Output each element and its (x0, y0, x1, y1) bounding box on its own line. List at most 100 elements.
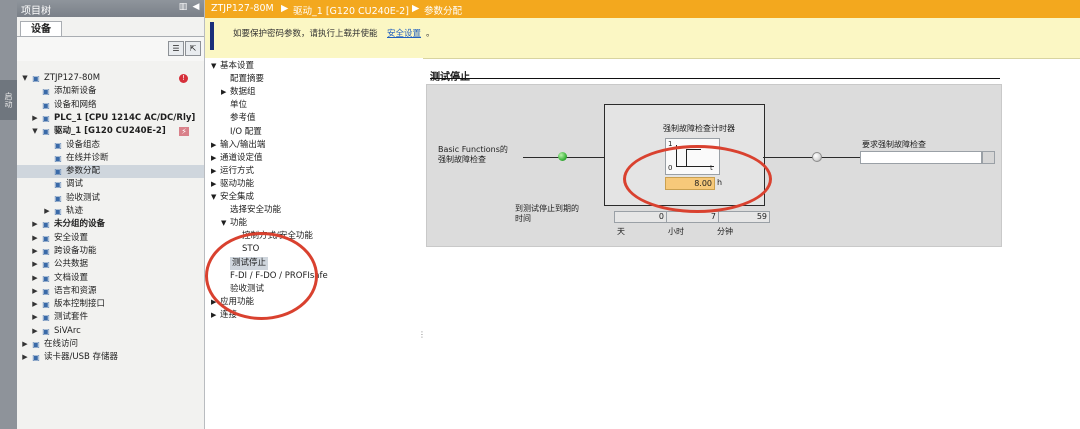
breadcrumb-drive[interactable]: 驱动_1 [G120 CU240E-2] (293, 3, 409, 17)
expand-down-icon[interactable]: ▼ (31, 125, 39, 138)
output-signal-field[interactable] (860, 151, 982, 164)
tree-item[interactable]: ▣ 设备和网络 (17, 99, 204, 112)
nav-item[interactable]: 单位 (230, 99, 247, 112)
tree-item[interactable]: ▣ 设备组态 (17, 139, 204, 152)
nav-item[interactable]: 配置摘要 (230, 73, 264, 86)
expand-right-icon[interactable]: ▶ (31, 218, 39, 231)
tree-item[interactable]: ▼ ▣ 驱动_1 [G120 CU240E-2] ⚡ (17, 125, 204, 138)
nav-item-label: 参考值 (230, 113, 256, 124)
tree-item[interactable]: ▶ ▣ 安全设置 (17, 232, 204, 245)
nav-item-label: 输入/输出端 (220, 139, 266, 150)
output-signal-button[interactable] (982, 151, 995, 164)
tree-item-label: 设备组态 (66, 139, 101, 150)
common-data-icon: ▣ (42, 260, 50, 270)
tree-item[interactable]: ▣ 参数分配 (17, 165, 204, 179)
nav-item[interactable]: ▼ 功能 (221, 217, 248, 230)
tree-item[interactable]: ▼ ▣ ZTJP127-80M! (17, 72, 204, 85)
tree-item[interactable]: ▣ 调试 (17, 178, 204, 191)
sivarc-icon: ▣ (42, 326, 50, 336)
nav-item-label: 安全集成 (220, 192, 255, 202)
expand-right-icon[interactable]: ▶ (211, 152, 216, 165)
expand-right-icon[interactable]: ▶ (211, 178, 216, 191)
nav-item-label: 功能 (230, 218, 248, 229)
expand-right-icon[interactable]: ▶ (211, 309, 216, 322)
tree-item[interactable]: ▶ ▣ 未分组的设备 (17, 218, 204, 231)
tree-item-label: 验收测试 (66, 192, 101, 203)
tree-item[interactable]: ▣ 添加新设备 (17, 85, 204, 98)
tree-item-label: 语言和资源 (54, 285, 97, 296)
tree-item[interactable]: ▣ 在线并诊断 (17, 152, 204, 165)
nav-item[interactable]: ▶ 驱动功能 (211, 178, 254, 191)
tree-item[interactable]: ▶ ▣ 轨迹 (17, 205, 204, 218)
expand-right-icon[interactable]: ▶ (21, 338, 29, 351)
expand-right-icon[interactable]: ▶ (31, 311, 39, 324)
expand-right-icon[interactable]: ▶ (211, 139, 216, 152)
tree-item[interactable]: ▶ ▣ 文档设置 (17, 272, 204, 285)
portal-start-tab[interactable]: 启动 (0, 80, 17, 120)
test-suite-icon: ▣ (42, 313, 50, 323)
nav-item[interactable]: ▶ 运行方式 (211, 165, 254, 178)
expand-right-icon[interactable]: ▶ (31, 232, 39, 245)
ungrouped-icon: ▣ (42, 220, 50, 230)
title-underline (430, 78, 1000, 79)
project-tree-toolbar: ☰ ⇱ (17, 36, 204, 61)
expand-down-icon[interactable]: ▼ (21, 72, 29, 85)
tree-item[interactable]: ▣ 验收测试 (17, 192, 204, 205)
panel-layout-icon[interactable]: ▥ (178, 2, 188, 13)
expand-down-icon[interactable]: ▼ (221, 217, 226, 230)
expand-right-icon[interactable]: ▶ (31, 285, 39, 298)
tree-item[interactable]: ▶ ▣ PLC_1 [CPU 1214C AC/DC/Rly] (17, 112, 204, 125)
expand-right-icon[interactable]: ▶ (31, 325, 39, 338)
nav-item-label: I/O 配置 (230, 126, 262, 137)
tree-item[interactable]: ▶ ▣ SiVArc (17, 325, 204, 338)
plc-icon: ▣ (42, 113, 50, 123)
tree-item[interactable]: ▶ ▣ 公共数据 (17, 258, 204, 271)
output-status-led (812, 152, 822, 162)
expand-right-icon[interactable]: ▶ (31, 298, 39, 311)
nav-item[interactable]: 参考值 (230, 112, 256, 125)
nav-item[interactable]: ▶ 通道设定值 (211, 152, 263, 165)
tree-item[interactable]: ▶ ▣ 读卡器/USB 存储器 (17, 351, 204, 364)
nav-item[interactable]: ▼ 安全集成 (211, 191, 255, 204)
nav-item[interactable]: ▶ 数据组 (221, 86, 256, 99)
expand-right-icon[interactable]: ▶ (211, 165, 216, 178)
collapse-panel-icon[interactable]: ◀ (191, 2, 201, 13)
expand-right-icon[interactable]: ▶ (31, 245, 39, 258)
expand-right-icon[interactable]: ▶ (221, 86, 226, 99)
project-tree-header: 项目树 ▥ ◀ (17, 0, 204, 17)
nav-item[interactable]: ▶ 输入/输出端 (211, 139, 266, 152)
left-side-strip (0, 0, 17, 429)
tree-item-label: 版本控制接口 (54, 299, 106, 310)
splitter-handle-icon[interactable]: ⋮ (418, 330, 426, 339)
expand-right-icon[interactable]: ▶ (31, 272, 39, 285)
expand-right-icon[interactable]: ▶ (31, 258, 39, 271)
tree-item[interactable]: ▶ ▣ 语言和资源 (17, 285, 204, 298)
expand-right-icon[interactable]: ▶ (21, 351, 29, 364)
tree-item[interactable]: ▶ ▣ 版本控制接口 (17, 298, 204, 311)
tree-item[interactable]: ▶ ▣ 测试套件 (17, 311, 204, 324)
panel-splitter[interactable] (417, 58, 423, 429)
tree-item[interactable]: ▶ ▣ 跨设备功能 (17, 245, 204, 258)
annotation-circle-timer (623, 145, 772, 213)
security-settings-link[interactable]: 安全设置 (387, 27, 421, 39)
expand-down-icon[interactable]: ▼ (211, 60, 216, 73)
breadcrumb-project[interactable]: ZTJP127-80M (211, 3, 274, 14)
breadcrumb-separator: ▶ (412, 3, 420, 14)
tree-item[interactable]: ▶ ▣ 在线访问 (17, 338, 204, 351)
expand-right-icon[interactable]: ▶ (31, 112, 39, 125)
list-view-icon[interactable]: ☰ (168, 41, 184, 56)
devices-tab[interactable]: 设备 (20, 21, 62, 37)
project-tree-panel: 项目树 ▥ ◀ 设备 ☰ ⇱ ▼ ▣ ZTJP127-80M! ▣ 添加新设备 ▣ 设备和网… (17, 0, 205, 429)
expand-right-icon[interactable]: ▶ (43, 205, 51, 218)
nav-item[interactable]: ▼ 基本设置 (211, 60, 254, 73)
unit-days: 天 (617, 227, 625, 236)
expand-down-icon[interactable]: ▼ (211, 191, 216, 204)
nav-item[interactable]: 选择安全功能 (230, 204, 281, 217)
doc-settings-icon: ▣ (42, 273, 50, 283)
card-reader-icon: ▣ (32, 353, 40, 363)
export-icon[interactable]: ⇱ (185, 41, 201, 56)
nav-item[interactable]: I/O 配置 (230, 126, 262, 139)
tree-item-label: 跨设备功能 (54, 245, 97, 256)
